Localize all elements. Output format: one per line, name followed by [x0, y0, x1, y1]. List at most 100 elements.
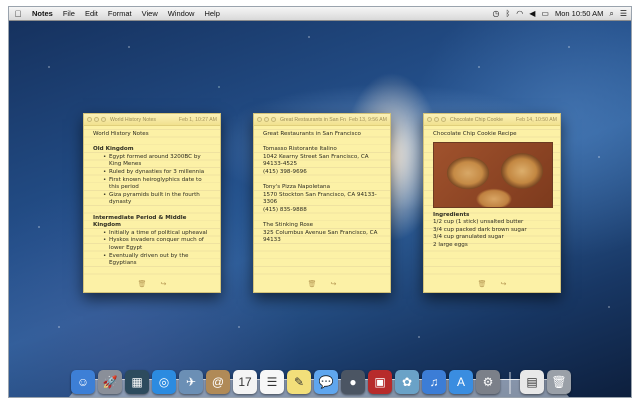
- dock-facetime-icon[interactable]: ●: [341, 370, 365, 394]
- bullet-item: Hyskos invaders conquer much of lower Eg…: [103, 237, 212, 252]
- menu-format[interactable]: Format: [103, 9, 137, 18]
- note-line: 325 Columbus Avenue San Francisco, CA 94…: [263, 229, 378, 244]
- dock-finder-icon[interactable]: ☺: [71, 370, 95, 394]
- menu-view[interactable]: View: [137, 9, 163, 18]
- note-line: The Stinking Rose: [263, 222, 314, 229]
- note-line: Great Restaurants in San Francisco: [263, 131, 361, 137]
- wifi-icon[interactable]: ◠: [516, 9, 523, 18]
- menu-app-name[interactable]: Notes: [27, 9, 58, 18]
- notification-list-icon[interactable]: ☰: [620, 9, 627, 18]
- note-line: Chocolate Chip Cookie Recipe: [433, 131, 517, 137]
- note-text-area[interactable]: Great Restaurants in San Francisco Tomass…: [254, 126, 390, 278]
- note-footer: 🗑 ↪: [254, 278, 390, 290]
- menu-extras: ◷ ᛒ ◠ ◀ ▭ Mon 10:50 AM ⌕ ☰: [492, 9, 631, 18]
- dock-photo-booth-icon[interactable]: ▣: [368, 370, 392, 394]
- bullet-item: Giza pyramids built in the fourth dynast…: [103, 192, 212, 207]
- bullet-item: Eventually driven out by the Egyptians: [103, 253, 212, 268]
- dock-mail-icon[interactable]: ✈: [179, 370, 203, 394]
- zoom-icon[interactable]: [441, 117, 446, 122]
- dock-contacts-icon[interactable]: @: [206, 370, 230, 394]
- dock-separator: [509, 372, 511, 394]
- dock-iphoto-icon[interactable]: ✿: [395, 370, 419, 394]
- note-line: (415) 835-9888: [263, 206, 307, 213]
- menu-file[interactable]: File: [58, 9, 80, 18]
- note-heading: Ingredients: [433, 211, 470, 218]
- dock-mission-control-icon[interactable]: ▦: [125, 370, 149, 394]
- note-titlebar[interactable]: Chocolate Chip Cookie Feb 14, 10:50 AM: [424, 114, 560, 126]
- zoom-icon[interactable]: [101, 117, 106, 122]
- time-machine-icon[interactable]: ◷: [492, 9, 499, 18]
- dock-app-store-icon[interactable]: A: [449, 370, 473, 394]
- volume-icon[interactable]: ◀: [529, 9, 535, 18]
- note-window-restaurants[interactable]: Great Restaurants in San Fra... Feb 13, …: [253, 113, 391, 293]
- share-icon[interactable]: ↪: [501, 280, 507, 288]
- menu-clock[interactable]: Mon 10:50 AM: [555, 9, 603, 18]
- note-text-area[interactable]: World History Notes Old KingdomEgypt form…: [84, 126, 220, 278]
- menu-window[interactable]: Window: [163, 9, 200, 18]
- note-heading: Intermediate Period & Middle Kingdom: [93, 214, 187, 229]
- note-titlebar[interactable]: Great Restaurants in San Fra... Feb 13, …: [254, 114, 390, 126]
- trash-icon[interactable]: 🗑: [308, 280, 317, 288]
- menu-bar:  Notes File Edit Format View Window Hel…: [9, 7, 631, 21]
- note-line: 2 large eggs: [433, 241, 468, 248]
- bullet-item: Ruled by dynasties for 3 millennia: [103, 169, 212, 177]
- dock-itunes-icon[interactable]: ♫: [422, 370, 446, 394]
- window-controls: [427, 117, 446, 122]
- note-line: 1042 Kearny Street San Francisco, CA 941…: [263, 153, 369, 168]
- note-date: Feb 14, 10:50 AM: [516, 116, 557, 123]
- note-line: (415) 398-9696: [263, 168, 307, 175]
- note-line: 1570 Stockton San Francisco, CA 94133-33…: [263, 191, 377, 206]
- bullet-list: Initially a time of political upheavalHy…: [93, 230, 212, 268]
- zoom-icon[interactable]: [271, 117, 276, 122]
- dock-calendar-icon[interactable]: 17: [233, 370, 257, 394]
- bullet-item: First known heiroglyphics date to this p…: [103, 177, 212, 192]
- note-window-cookie-recipe[interactable]: Chocolate Chip Cookie Feb 14, 10:50 AM C…: [423, 113, 561, 293]
- dock-safari-icon[interactable]: ◎: [152, 370, 176, 394]
- note-date: Feb 13, 9:56 AM: [348, 116, 387, 123]
- dock-launchpad-icon[interactable]: 🚀: [98, 370, 122, 394]
- note-date: Feb 1, 10:27 AM: [178, 116, 217, 123]
- share-icon[interactable]: ↪: [161, 280, 167, 288]
- dock-messages-icon[interactable]: 💬: [314, 370, 338, 394]
- share-icon[interactable]: ↪: [331, 280, 337, 288]
- dock-reminders-icon[interactable]: ☰: [260, 370, 284, 394]
- note-heading: Old Kingdom: [93, 146, 134, 153]
- dock-trash-icon[interactable]: 🗑: [547, 370, 571, 394]
- note-window-title: Great Restaurants in San Fra...: [280, 116, 346, 123]
- note-line: Tony's Pizza Napoletana: [263, 184, 331, 191]
- note-window-world-history[interactable]: World History Notes Feb 1, 10:27 AM Worl…: [83, 113, 221, 293]
- note-line: World History Notes: [93, 131, 149, 137]
- battery-icon[interactable]: ▭: [541, 9, 549, 18]
- minimize-icon[interactable]: [94, 117, 99, 122]
- apple-menu-icon[interactable]: : [9, 9, 27, 19]
- dock-document-icon[interactable]: ▤: [520, 370, 544, 394]
- note-text-area[interactable]: Chocolate Chip Cookie Recipe Ingredients…: [424, 126, 560, 278]
- trash-icon[interactable]: 🗑: [478, 280, 487, 288]
- bluetooth-icon[interactable]: ᛒ: [505, 9, 510, 18]
- spotlight-search-icon[interactable]: ⌕: [609, 9, 613, 18]
- menu-help[interactable]: Help: [199, 9, 224, 18]
- dock-notes-icon[interactable]: ✎: [287, 370, 311, 394]
- menu-edit[interactable]: Edit: [80, 9, 103, 18]
- close-icon[interactable]: [427, 117, 432, 122]
- desktop:  Notes File Edit Format View Window Hel…: [8, 6, 632, 398]
- note-line: 3/4 cup packed dark brown sugar: [433, 226, 527, 233]
- bullet-list: Egypt formed around 3200BC by King Menes…: [93, 154, 212, 207]
- dock: ☺ 🚀 ▦ ◎ ✈ @17 ☰ ✎ 💬 ● ▣ ✿ ♫ A ⚙ ▤ 🗑: [71, 364, 591, 394]
- bullet-item: Egypt formed around 3200BC by King Menes: [103, 154, 212, 169]
- note-footer: 🗑 ↪: [424, 278, 560, 290]
- note-line: 3/4 cup granulated sugar: [433, 234, 504, 241]
- close-icon[interactable]: [87, 117, 92, 122]
- note-titlebar[interactable]: World History Notes Feb 1, 10:27 AM: [84, 114, 220, 126]
- window-controls: [87, 117, 106, 122]
- close-icon[interactable]: [257, 117, 262, 122]
- note-line: Tomasso Ristorante Italino: [263, 146, 337, 153]
- window-controls: [257, 117, 276, 122]
- minimize-icon[interactable]: [264, 117, 269, 122]
- dock-system-preferences-icon[interactable]: ⚙: [476, 370, 500, 394]
- minimize-icon[interactable]: [434, 117, 439, 122]
- trash-icon[interactable]: 🗑: [138, 280, 147, 288]
